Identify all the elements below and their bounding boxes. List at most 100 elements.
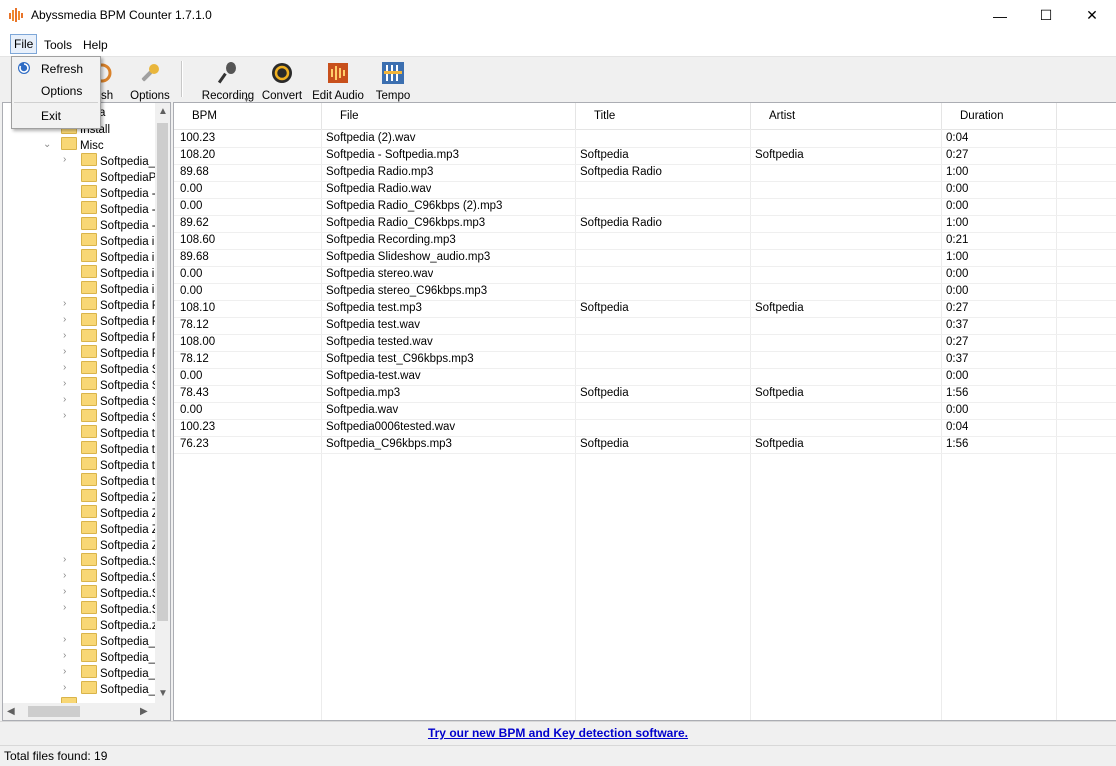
- tree-node[interactable]: Softpedia S: [81, 361, 159, 377]
- tree-node[interactable]: Softpedia Z: [81, 537, 159, 553]
- expand-icon[interactable]: ›: [63, 394, 73, 405]
- table-row[interactable]: 108.20 Softpedia - Softpedia.mp3 Softpedia…: [174, 147, 1116, 165]
- column-header-artist[interactable]: Artist: [751, 103, 942, 129]
- tree-node[interactable]: Softpedia i: [81, 233, 154, 249]
- maximize-button[interactable]: ☐: [1023, 0, 1069, 31]
- tree-node[interactable]: Softpedia.S: [81, 569, 159, 585]
- tree-node[interactable]: Softpedia i: [81, 265, 154, 281]
- tree-vertical-scroll-thumb[interactable]: [157, 123, 168, 621]
- tree-node[interactable]: Softpedia Z: [81, 505, 159, 521]
- tree-node[interactable]: Softpedia_: [81, 153, 155, 169]
- expand-icon[interactable]: ›: [63, 298, 73, 309]
- tree-node[interactable]: Softpedia t: [81, 441, 155, 457]
- expand-icon[interactable]: ›: [63, 314, 73, 325]
- expand-icon[interactable]: ›: [63, 378, 73, 389]
- expand-icon[interactable]: ›: [63, 586, 73, 597]
- promo-link[interactable]: Try our new BPM and Key detection softwa…: [0, 726, 1116, 740]
- scroll-left-icon[interactable]: ◀: [7, 706, 15, 717]
- table-row[interactable]: 0.00 Softpedia stereo.wav 0:00: [174, 266, 1116, 284]
- scroll-down-icon[interactable]: ▼: [158, 688, 168, 699]
- tree-node[interactable]: Softpedia_: [81, 649, 155, 665]
- close-button[interactable]: ✕: [1069, 0, 1115, 31]
- options-button[interactable]: Options: [128, 57, 172, 102]
- table-row[interactable]: 0.00 Softpedia.wav 0:00: [174, 402, 1116, 420]
- table-row[interactable]: 89.62 Softpedia Radio_C96kbps.mp3 Softpedi…: [174, 215, 1116, 233]
- table-row[interactable]: 100.23 Softpedia (2).wav 0:04: [174, 130, 1116, 148]
- tempo-button[interactable]: Tempo: [372, 57, 414, 102]
- expand-icon[interactable]: ›: [63, 634, 73, 645]
- table-row[interactable]: 78.43 Softpedia.mp3 Softpedia Softpedia 1:56: [174, 385, 1116, 403]
- scroll-right-icon[interactable]: ▶: [140, 706, 148, 717]
- tree-node[interactable]: Softpedia t: [81, 457, 155, 473]
- expand-icon[interactable]: ›: [63, 154, 73, 165]
- table-row[interactable]: 0.00 Softpedia stereo_C96kbps.mp3 0:00: [174, 283, 1116, 301]
- tree-node[interactable]: Softpedia i: [81, 281, 154, 297]
- column-header-title[interactable]: Title: [576, 103, 751, 129]
- tree-node[interactable]: Softpedia S: [81, 409, 159, 425]
- collapse-icon[interactable]: ⌄: [43, 139, 53, 150]
- expand-icon[interactable]: ›: [63, 410, 73, 421]
- menu-item-exit[interactable]: Exit: [41, 109, 61, 123]
- expand-icon[interactable]: ›: [63, 362, 73, 373]
- minimize-button[interactable]: —: [977, 0, 1023, 31]
- tree-node[interactable]: Softpedia -: [81, 185, 156, 201]
- tree-node[interactable]: Softpedia F: [81, 313, 159, 329]
- convert-button[interactable]: Convert: [260, 57, 304, 102]
- scroll-up-icon[interactable]: ▲: [158, 106, 168, 117]
- tree-node[interactable]: Softpedia.z: [81, 617, 158, 633]
- menu-tools[interactable]: Tools: [44, 38, 72, 52]
- tree-node[interactable]: Softpedia S: [81, 393, 159, 409]
- menu-item-refresh[interactable]: Refresh: [41, 62, 83, 76]
- table-row[interactable]: 108.10 Softpedia test.mp3 Softpedia Softped…: [174, 300, 1116, 318]
- tree-node[interactable]: Softpedia i: [81, 249, 154, 265]
- table-row[interactable]: 100.23 Softpedia0006tested.wav 0:04: [174, 419, 1116, 437]
- tree-node[interactable]: Softpedia_: [81, 681, 155, 697]
- tree-node[interactable]: Softpedia -: [81, 217, 156, 233]
- edit-audio-button[interactable]: Edit Audio: [310, 57, 366, 102]
- tree-node[interactable]: Softpedia_: [81, 633, 155, 649]
- menu-file[interactable]: File: [10, 34, 38, 54]
- column-header-duration[interactable]: Duration: [942, 103, 1057, 129]
- expand-icon[interactable]: ›: [63, 570, 73, 581]
- tree-node[interactable]: SoftpediaP: [81, 169, 156, 185]
- tree-node[interactable]: Softpedia Z: [81, 521, 159, 537]
- tree-node[interactable]: Softpedia F: [81, 345, 159, 361]
- tree-node[interactable]: Softpedia.S: [81, 601, 159, 617]
- tree-node[interactable]: Softpedia t: [81, 425, 155, 441]
- tree-node[interactable]: Softpedia F: [81, 329, 159, 345]
- table-row[interactable]: 78.12 Softpedia test_C96kbps.mp3 0:37: [174, 351, 1116, 369]
- table-row[interactable]: 108.60 Softpedia Recording.mp3 0:21: [174, 232, 1116, 250]
- folder-tree[interactable]: a Install ⌄ Misc › Softpedia_ SoftpediaP So…: [2, 102, 171, 721]
- expand-icon[interactable]: ›: [63, 554, 73, 565]
- menu-help[interactable]: Help: [83, 38, 108, 52]
- menu-item-options[interactable]: Options: [41, 84, 82, 98]
- column-header-bpm[interactable]: BPM: [174, 103, 322, 129]
- tree-node[interactable]: Softpedia Z: [81, 489, 159, 505]
- tree-node[interactable]: Softpedia_: [81, 665, 155, 681]
- expand-icon[interactable]: ›: [63, 330, 73, 341]
- table-row[interactable]: 89.68 Softpedia Radio.mp3 Softpedia Radio 1…: [174, 164, 1116, 182]
- file-list[interactable]: BPM File Title Artist Duration 100.23 Sof…: [173, 102, 1116, 721]
- tree-node[interactable]: Softpedia S: [81, 377, 159, 393]
- expand-icon[interactable]: ›: [63, 346, 73, 357]
- expand-icon[interactable]: ›: [63, 650, 73, 661]
- recording-button[interactable]: Recording ▼: [200, 57, 256, 104]
- tree-node[interactable]: Softpedia -: [81, 201, 156, 217]
- expand-icon[interactable]: ›: [63, 602, 73, 613]
- table-row[interactable]: 89.68 Softpedia Slideshow_audio.mp3 1:00: [174, 249, 1116, 267]
- expand-icon[interactable]: ›: [63, 682, 73, 693]
- table-row[interactable]: 0.00 Softpedia-test.wav 0:00: [174, 368, 1116, 386]
- tree-node[interactable]: Softpedia t: [81, 473, 155, 489]
- tree-horizontal-scroll-thumb[interactable]: [28, 706, 80, 717]
- tree-node[interactable]: Softpedia.S: [81, 553, 159, 569]
- table-row[interactable]: 0.00 Softpedia Radio.wav 0:00: [174, 181, 1116, 199]
- expand-icon[interactable]: ›: [63, 666, 73, 677]
- tree-node[interactable]: Softpedia.S: [81, 585, 159, 601]
- tree-node[interactable]: Softpedia F: [81, 297, 159, 313]
- table-row[interactable]: 108.00 Softpedia tested.wav 0:27: [174, 334, 1116, 352]
- table-row[interactable]: 78.12 Softpedia test.wav 0:37: [174, 317, 1116, 335]
- tree-node-misc[interactable]: Misc: [61, 137, 104, 153]
- column-header-file[interactable]: File: [322, 103, 576, 129]
- table-row[interactable]: 0.00 Softpedia Radio_C96kbps (2).mp3 0:00: [174, 198, 1116, 216]
- table-row[interactable]: 76.23 Softpedia_C96kbps.mp3 Softpedia Softp…: [174, 436, 1116, 454]
